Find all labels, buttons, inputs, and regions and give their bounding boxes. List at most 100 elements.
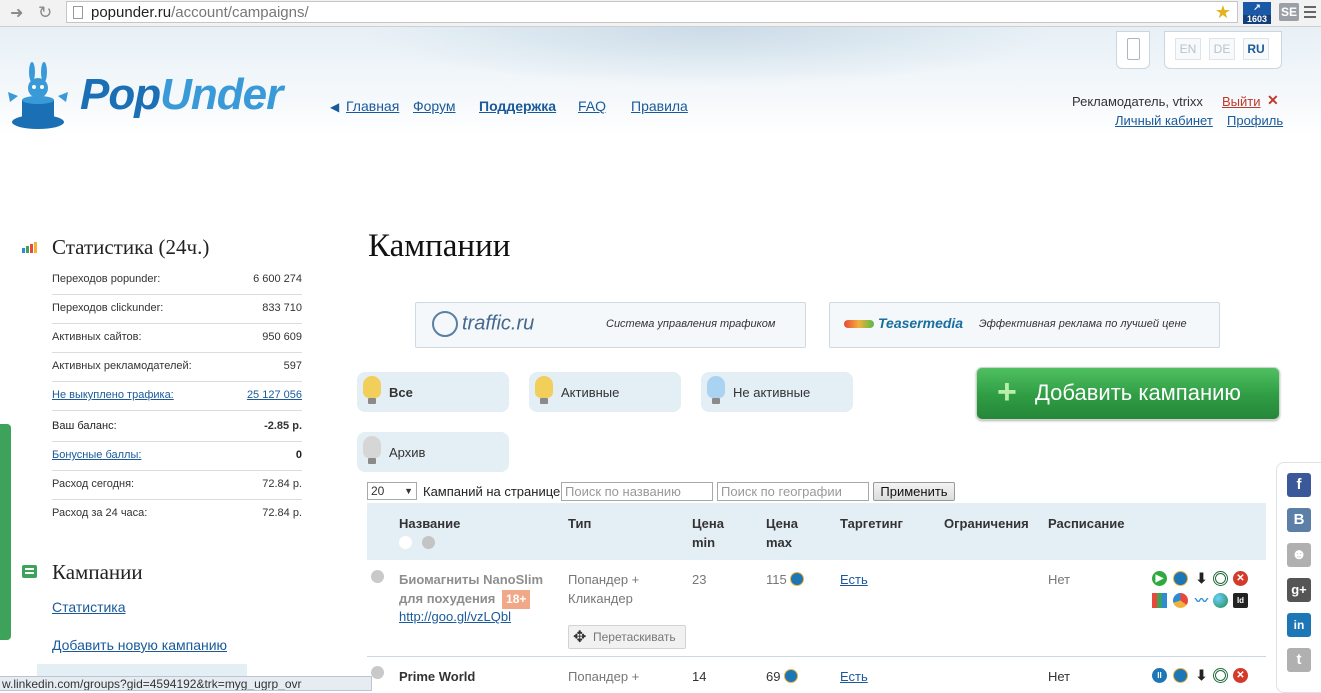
per-page-label: Кампаний на странице — [423, 484, 561, 499]
globe-icon[interactable] — [1213, 593, 1228, 608]
divider — [52, 381, 302, 382]
address-url: popunder.ru/account/campaigns/ — [91, 4, 309, 21]
language-switcher: EN DE RU — [1164, 31, 1282, 69]
sort-circle-icon[interactable] — [399, 536, 412, 549]
schedule: Нет — [1048, 669, 1071, 684]
trafficru-logo: traffic.ru — [432, 311, 534, 337]
col-price-min: Цена min — [692, 516, 724, 550]
lang-ru[interactable]: RU — [1243, 38, 1269, 60]
twitter-icon[interactable]: t — [1287, 648, 1311, 672]
close-icon[interactable]: ✕ — [1267, 92, 1279, 109]
row-status-dot[interactable] — [371, 666, 384, 679]
browser-menu-icon[interactable] — [1304, 6, 1316, 21]
back-arrow-icon[interactable]: ➜ — [10, 3, 23, 23]
nav-home[interactable]: Главная — [346, 98, 399, 114]
id-icon[interactable]: Id — [1233, 593, 1248, 608]
odnoklassniki-icon[interactable]: ☻ — [1287, 543, 1311, 567]
facebook-icon[interactable]: f — [1287, 473, 1311, 497]
google-plus-icon[interactable]: g+ — [1287, 578, 1311, 602]
edit-icon[interactable] — [1173, 668, 1188, 683]
age-badge: 18+ — [502, 590, 531, 609]
drag-handle[interactable]: ✥ Перетаскивать — [568, 625, 686, 649]
address-bar[interactable]: popunder.ru/account/campaigns/ ★ — [66, 1, 1238, 23]
logout-link[interactable]: Выйти — [1222, 94, 1261, 109]
reload-icon[interactable]: ↻ — [38, 3, 52, 23]
sidebar-link-add-campaign[interactable]: Добавить новую кампанию — [52, 637, 227, 653]
campaign-type: Попандер + — [568, 669, 640, 684]
unsold-traffic-link[interactable]: Не выкуплено трафика: 25 127 056 — [52, 389, 302, 401]
stats-chart-icon — [22, 242, 37, 253]
linkedin-icon[interactable]: in — [1287, 613, 1311, 637]
page-icon — [73, 6, 83, 19]
nav-faq[interactable]: FAQ — [578, 98, 606, 114]
search-geo-input[interactable]: Поиск по географии — [717, 482, 869, 501]
ad-banner-trafficru[interactable]: traffic.ru Система управления трафиком — [415, 302, 806, 348]
campaign-name[interactable]: Prime World — [399, 667, 475, 686]
bulb-icon — [535, 376, 553, 404]
stats-bars-icon[interactable] — [1152, 593, 1167, 608]
sort-circle-icon[interactable] — [422, 536, 435, 549]
apply-button[interactable]: Применить — [873, 482, 955, 501]
pie-chart-icon[interactable] — [1173, 593, 1188, 608]
divider — [52, 441, 302, 442]
extension-se-icon[interactable]: SE — [1279, 3, 1299, 21]
ad-tagline: Система управления трафиком — [606, 318, 776, 330]
download-icon[interactable]: ⬇ — [1194, 571, 1209, 586]
filter-archive[interactable]: Архив — [357, 432, 509, 472]
sidebar-link-statistics[interactable]: Статистика — [52, 599, 126, 615]
social-share-bar: f B ☻ g+ in t — [1276, 462, 1321, 693]
play-icon[interactable]: ▶ — [1152, 571, 1167, 586]
vkontakte-icon[interactable]: B — [1287, 508, 1311, 532]
filter-inactive[interactable]: Не активные — [701, 372, 853, 412]
target-icon[interactable] — [1213, 668, 1228, 683]
lang-de[interactable]: DE — [1209, 38, 1235, 60]
mobile-version-button[interactable] — [1116, 31, 1150, 69]
campaigns-icon — [22, 565, 37, 578]
lang-en[interactable]: EN — [1175, 38, 1201, 60]
campaign-url[interactable]: http://goo.gl/vzLQbl — [399, 609, 511, 624]
col-schedule: Расписание — [1048, 516, 1125, 531]
divider — [52, 294, 302, 295]
feedback-tab[interactable] — [0, 424, 11, 640]
move-icon: ✥ — [573, 629, 587, 646]
targeting-link[interactable]: Есть — [840, 572, 868, 587]
divider — [52, 499, 302, 500]
header-decoration — [360, 27, 1060, 87]
extension-icon[interactable]: ↗ 1603 — [1243, 2, 1271, 24]
search-name-input[interactable]: Поиск по названию — [561, 482, 713, 501]
sidebar-active-item[interactable] — [37, 664, 247, 676]
plus-icon: + — [997, 373, 1017, 411]
edit-price-icon[interactable] — [784, 669, 799, 683]
edit-price-icon[interactable] — [790, 572, 805, 586]
pause-icon[interactable]: II — [1152, 668, 1167, 683]
target-icon[interactable] — [1213, 571, 1228, 586]
nav-forum[interactable]: Форум — [413, 98, 456, 114]
ad-tagline: Эффективная реклама по лучшей цене — [979, 318, 1187, 330]
row-status-dot[interactable] — [371, 570, 384, 583]
filter-all[interactable]: Все — [357, 372, 509, 412]
stat-row: Расход за 24 часа: 72.84 р. — [52, 507, 302, 519]
nav-rules[interactable]: Правила — [631, 98, 688, 114]
price-max: 115 — [766, 570, 805, 589]
popunder-logo[interactable]: PopUnder — [2, 62, 302, 134]
nav-support[interactable]: Поддержка — [479, 98, 556, 114]
cabinet-link[interactable]: Личный кабинет — [1115, 113, 1213, 128]
bookmark-star-icon[interactable]: ★ — [1215, 2, 1231, 23]
edit-icon[interactable] — [1173, 571, 1188, 586]
bulb-icon — [363, 376, 381, 404]
add-campaign-button[interactable]: + Добавить кампанию — [976, 367, 1280, 420]
delete-icon[interactable]: ✕ — [1233, 571, 1248, 586]
ad-banner-teasermedia[interactable]: Teasermedia Эффективная реклама по лучше… — [829, 302, 1220, 348]
campaign-name[interactable]: Биомагниты NanoSlim для похудения 18+ — [399, 570, 554, 609]
delete-icon[interactable]: ✕ — [1233, 668, 1248, 683]
col-name[interactable]: Название — [399, 514, 460, 533]
divider — [52, 410, 302, 411]
per-page-select[interactable]: 20 ▼ — [367, 482, 417, 500]
line-chart-icon[interactable]: 〰 — [1194, 593, 1209, 608]
targeting-link[interactable]: Есть — [840, 669, 868, 684]
bonus-points-link[interactable]: Бонусные баллы: 0 — [52, 449, 302, 461]
profile-link[interactable]: Профиль — [1227, 113, 1283, 128]
filter-active[interactable]: Активные — [529, 372, 681, 412]
download-icon[interactable]: ⬇ — [1194, 668, 1209, 683]
home-arrow-icon: ◀ — [330, 100, 340, 114]
